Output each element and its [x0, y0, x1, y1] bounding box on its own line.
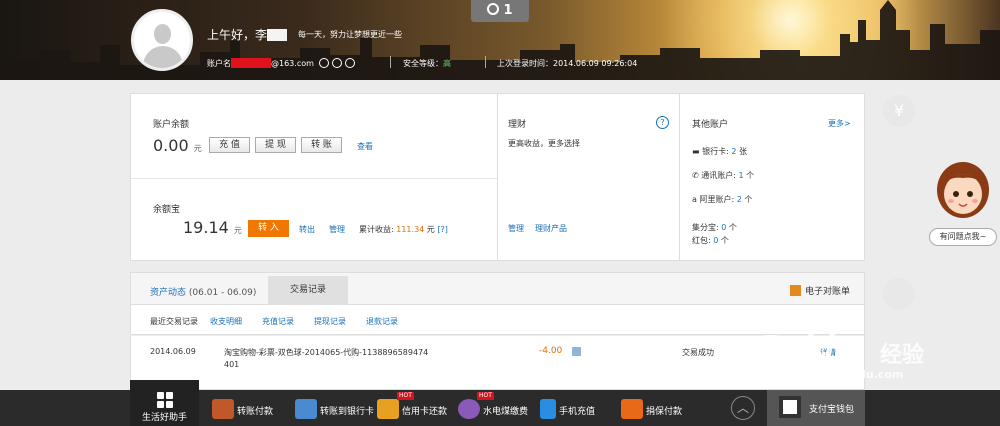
transfer-button[interactable]: 转 账: [301, 137, 342, 153]
withdraw-button[interactable]: 提 现: [255, 137, 296, 153]
help-link[interactable]: [?]: [437, 225, 448, 234]
finance-manage-link[interactable]: 管理: [508, 223, 524, 234]
certificate-icon[interactable]: [332, 58, 343, 68]
bank-card-icon: ▬: [692, 147, 700, 156]
finance-desc: 更高收益，更多选择: [508, 139, 580, 148]
yuebao-amount: 19.14 元: [183, 218, 242, 237]
recent-records-label: 最近交易记录: [150, 317, 198, 326]
alarm-notification-button[interactable]: 1: [471, 0, 529, 22]
bank-card-icon: [295, 399, 317, 419]
help-bubble[interactable]: 有问题点我~: [929, 228, 997, 246]
telecom-account-row[interactable]: ✆ 通讯账户: 1 个: [692, 170, 754, 181]
bottom-item-utilities[interactable]: 水电煤缴费: [458, 399, 528, 420]
user-verify-icon[interactable]: [319, 58, 330, 68]
transaction-desc[interactable]: 淘宝购物-彩票-双色球-2014065-代购-1138896589474: [224, 347, 428, 358]
finance-products-link[interactable]: 理财产品: [535, 223, 567, 234]
mobile-icon: [540, 399, 556, 419]
transaction-desc-cont: 401: [224, 360, 240, 369]
life-helper-button[interactable]: 生活好助手: [130, 380, 199, 426]
manage-link[interactable]: 管理: [329, 224, 345, 235]
bottom-item-bank-transfer[interactable]: 转账到银行卡: [295, 399, 374, 420]
income-detail-link[interactable]: 收支明细: [210, 316, 242, 327]
withdraw-records-link[interactable]: 提现记录: [314, 316, 346, 327]
alarm-clock-icon: [487, 3, 500, 15]
alibaba-icon: a: [692, 195, 697, 204]
phone-icon: ✆: [692, 171, 699, 180]
mobile-phone-icon[interactable]: [345, 58, 356, 68]
finance-card: 理财 ? 更高收益，更多选择 管理 理财产品: [498, 93, 680, 261]
view-balance-link[interactable]: 查看: [357, 141, 373, 152]
hongbao-row[interactable]: 红包: 0 个: [692, 235, 729, 246]
recharge-button[interactable]: 充 值: [209, 137, 250, 153]
avatar[interactable]: [131, 9, 193, 71]
transfer-in-button[interactable]: 转 入: [248, 220, 289, 237]
account-name: 账户名 @163.com: [207, 58, 356, 69]
baidu-watermark: Baidu: [760, 330, 857, 365]
divider: [390, 56, 391, 68]
other-accounts-card: 其他账户 更多> ▬ 银行卡: 2 张 ✆ 通讯账户: 1 个 a 阿里账户: …: [680, 93, 865, 261]
ali-account-row[interactable]: a 阿里账户: 2 个: [692, 194, 752, 205]
divider: [131, 178, 497, 179]
ebill-link[interactable]: 电子对账单: [789, 284, 850, 297]
security-level: 安全等级：高: [403, 59, 451, 68]
chevron-up-icon[interactable]: ︿: [731, 396, 755, 420]
transaction-amount: -4.00: [539, 346, 563, 356]
credit-card-icon: [377, 399, 399, 419]
refund-records-link[interactable]: 退款记录: [366, 316, 398, 327]
bottom-item-credit-card[interactable]: 信用卡还款: [377, 399, 447, 420]
name-redaction: [267, 29, 288, 41]
finance-title: 理财: [508, 120, 527, 130]
alipay-wallet-button[interactable]: 支付宝钱包: [767, 390, 865, 426]
account-redaction: [231, 58, 271, 68]
yen-icon[interactable]: ¥: [883, 95, 915, 127]
last-login: 上次登录时间：2014.06.09 09:26:04: [497, 59, 638, 68]
help-icon[interactable]: ?: [656, 116, 669, 129]
transfer-icon: [212, 399, 234, 419]
other-accounts-title: 其他账户: [692, 120, 729, 130]
tab-assets[interactable]: 资产动态 (06.01 - 06.09): [150, 285, 256, 298]
tab-bar: 资产动态 (06.01 - 06.09) 交易记录 电子对账单: [130, 272, 865, 305]
grid-icon: [157, 392, 173, 408]
transaction-date: 2014.06.09: [150, 347, 196, 356]
transfer-out-link[interactable]: 转出: [299, 224, 315, 235]
bill-icon: [789, 285, 801, 296]
transaction-status: 交易成功: [682, 348, 714, 357]
balance-card: 账户余额 0.00 元 充 值 提 现 转 账 查看 余额宝 19.14 元 转…: [130, 93, 498, 261]
bottom-item-mobile-topup[interactable]: 手机充值: [540, 399, 595, 420]
balance-amount: 0.00 元: [153, 136, 202, 155]
hot-badge: HOT: [397, 392, 414, 400]
yuebao-title: 余额宝: [153, 205, 181, 215]
expand-icon[interactable]: [572, 347, 581, 356]
transaction-list: 2014.06.09 淘宝购物-彩票-双色球-2014065-代购-113889…: [130, 335, 865, 390]
qr-code-icon: [779, 396, 801, 418]
utilities-icon: [458, 399, 480, 419]
more-link[interactable]: 更多>: [828, 118, 851, 129]
bank-card-row[interactable]: ▬ 银行卡: 2 张: [692, 146, 747, 157]
watermark-url: jingyan.baidu.com: [789, 368, 904, 381]
chart-icon[interactable]: [883, 278, 915, 310]
jingyan-watermark: 经验: [880, 343, 925, 368]
recharge-records-link[interactable]: 充值记录: [262, 316, 294, 327]
donate-icon: [621, 399, 643, 419]
bottom-item-donate[interactable]: 捐保付款: [621, 399, 682, 420]
motto-text: 每一天，努力让梦想更近一些: [298, 30, 402, 39]
hot-badge: HOT: [477, 392, 494, 400]
customer-service-avatar-icon[interactable]: [935, 160, 991, 222]
cumulative-earnings: 累计收益: 111.34 元 [?]: [359, 225, 448, 234]
tab-records[interactable]: 交易记录: [268, 276, 348, 305]
balance-title: 账户余额: [153, 120, 190, 130]
records-subnav: 最近交易记录 收支明细 充值记录 提现记录 退款记录: [130, 305, 865, 335]
greeting: 上午好，李: [207, 26, 288, 43]
jifenbao-row[interactable]: 集分宝: 0 个: [692, 222, 737, 233]
divider: [485, 56, 486, 68]
bottom-item-transfer[interactable]: 转账付款: [212, 399, 273, 420]
